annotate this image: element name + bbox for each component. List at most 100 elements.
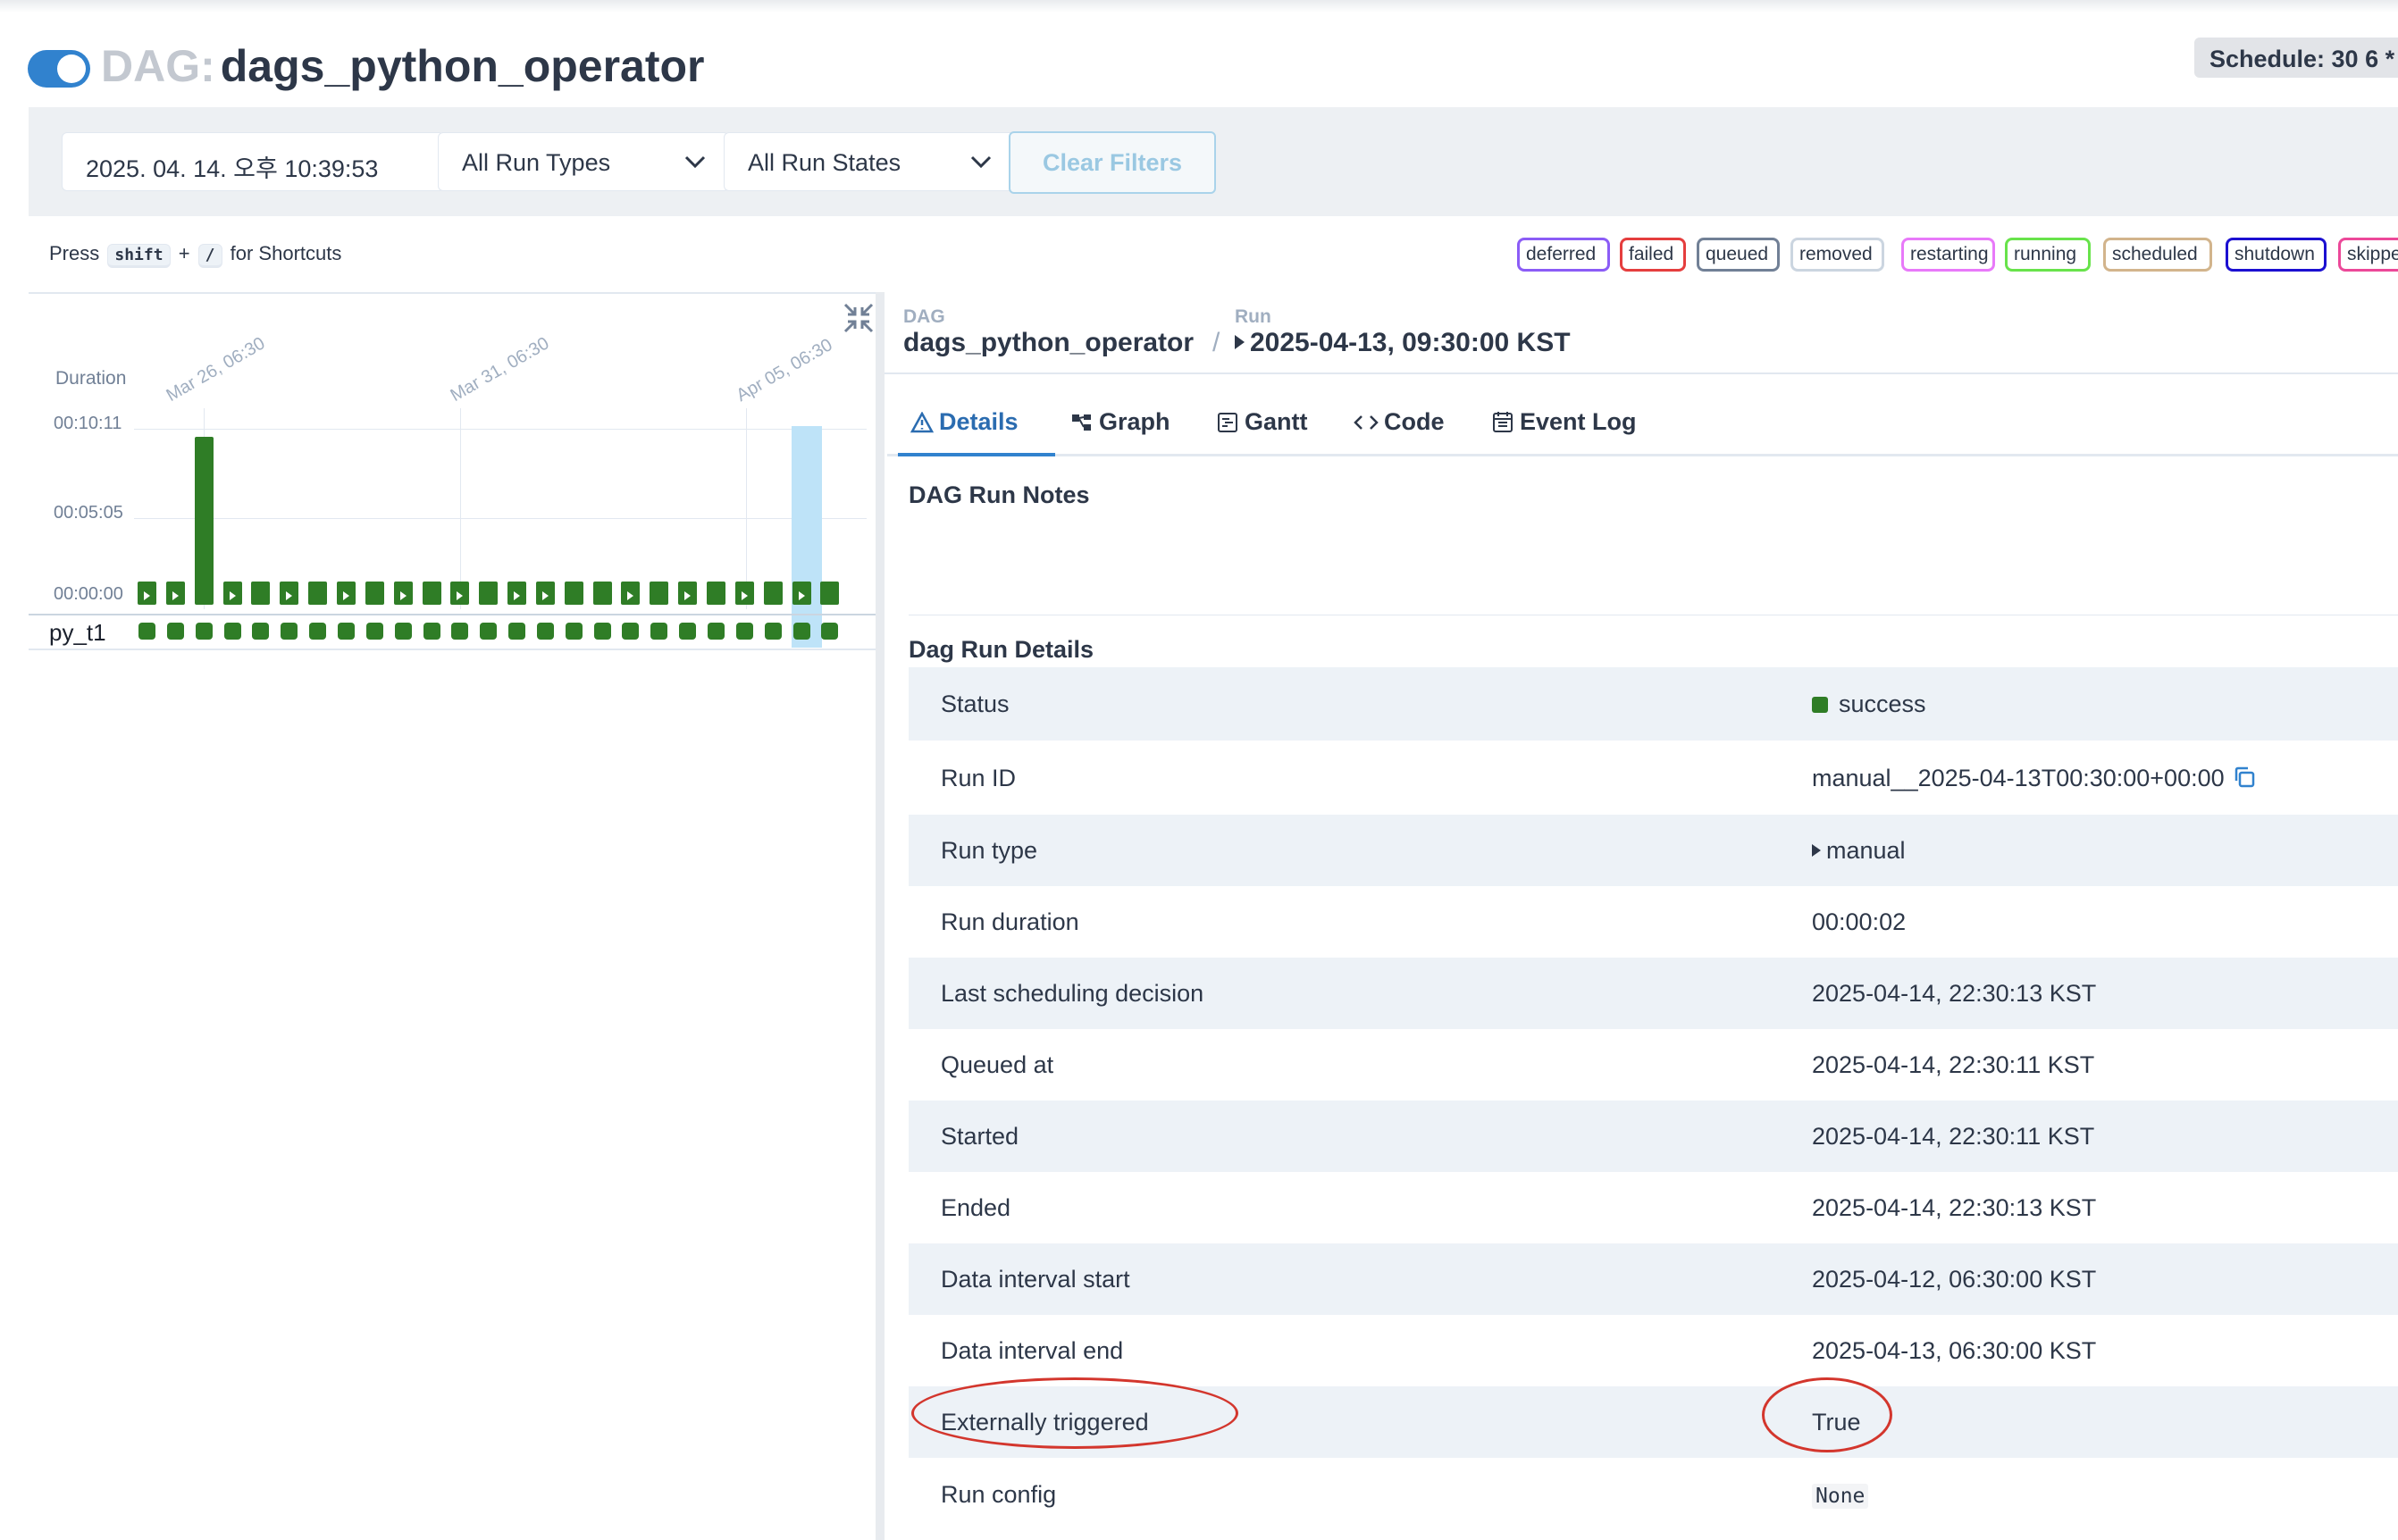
run-bar[interactable]	[223, 582, 242, 605]
y-tick-max: 00:10:11	[54, 414, 122, 433]
run-bar[interactable]	[650, 582, 668, 605]
gantt-icon	[1218, 413, 1237, 432]
run-bar[interactable]	[621, 582, 640, 605]
task-instance-cell[interactable]	[196, 623, 213, 640]
tab-code[interactable]: Code	[1354, 398, 1445, 456]
detail-key-run-config: Run config	[941, 1481, 1057, 1508]
collapse-icon[interactable]	[842, 301, 876, 335]
task-instance-cell[interactable]	[537, 623, 554, 640]
success-status-icon	[1812, 697, 1828, 713]
shortcut-suffix: for Shortcuts	[230, 242, 342, 264]
task-instance-cell[interactable]	[594, 623, 611, 640]
run-bar[interactable]	[251, 582, 270, 605]
task-instance-cell[interactable]	[821, 623, 838, 640]
run-bar[interactable]	[678, 582, 697, 605]
schedule-badge[interactable]: Schedule: 30 6 *	[2194, 38, 2398, 78]
detail-row-run-id: Run ID manual__2025-04-13T00:30:00+00:00	[909, 741, 2398, 815]
detail-value-started: 2025-04-14, 22:30:11 KST	[1812, 1123, 2094, 1151]
run-bar[interactable]	[735, 582, 754, 605]
run-bar[interactable]	[195, 437, 214, 605]
tab-graph[interactable]: Graph	[1070, 398, 1170, 456]
copy-icon[interactable]	[2232, 765, 2257, 790]
breadcrumb-dag-link[interactable]: dags_python_operator	[903, 328, 1194, 358]
manual-run-icon	[400, 591, 407, 600]
detail-row-last-scheduling-decision: Last scheduling decision 2025-04-14, 22:3…	[909, 958, 2398, 1029]
task-instance-cell[interactable]	[622, 623, 639, 640]
legend-chip-shutdown[interactable]: shutdown	[2226, 238, 2327, 272]
legend-chip-skipped[interactable]: skipped	[2338, 238, 2398, 272]
run-bar[interactable]	[280, 582, 298, 605]
run-state-select[interactable]: All Run States	[724, 132, 1015, 191]
grid-panel: Duration 00:10:11 00:05:05 00:00:00 Mar …	[29, 292, 876, 1540]
manual-run-icon	[1235, 335, 1245, 349]
task-instance-cell[interactable]	[480, 623, 497, 640]
task-instance-cell[interactable]	[793, 623, 810, 640]
legend-chip-queued[interactable]: queued	[1697, 238, 1780, 272]
tab-gantt[interactable]: Gantt	[1216, 398, 1308, 456]
task-instance-cell[interactable]	[309, 623, 326, 640]
task-instance-cell[interactable]	[566, 623, 583, 640]
run-bar[interactable]	[565, 582, 583, 605]
breadcrumb-run[interactable]: 2025-04-13, 09:30:00 KST	[1235, 328, 1571, 358]
run-bar[interactable]	[593, 582, 612, 605]
run-bar[interactable]	[536, 582, 555, 605]
task-instance-cell[interactable]	[224, 623, 241, 640]
grid-row-bottom	[29, 649, 876, 650]
detail-row-data-interval-start: Data interval start 2025-04-12, 06:30:00 …	[909, 1243, 2398, 1315]
annotation-oval-true	[1762, 1377, 1892, 1452]
clear-filters-button[interactable]: Clear Filters	[1009, 131, 1216, 194]
legend-chip-failed[interactable]: failed	[1620, 238, 1686, 272]
run-bar[interactable]	[423, 582, 441, 605]
task-instance-cell[interactable]	[366, 623, 383, 640]
task-instance-cell[interactable]	[451, 623, 468, 640]
task-instance-cell[interactable]	[708, 623, 725, 640]
run-bar[interactable]	[450, 582, 469, 605]
warning-triangle-icon	[910, 411, 935, 433]
legend-chip-scheduled[interactable]: scheduled	[2103, 238, 2212, 272]
base-date-input[interactable]: 2025. 04. 14. 오후 10:39:53	[62, 132, 444, 191]
legend-chip-running[interactable]: running	[2005, 238, 2091, 272]
panel-resize-handle[interactable]	[876, 292, 885, 1540]
run-bar[interactable]	[337, 582, 356, 605]
run-bar[interactable]	[166, 582, 185, 605]
task-instance-cell[interactable]	[508, 623, 525, 640]
breadcrumb-run-label: Run	[1235, 306, 1271, 327]
detail-key-run-id: Run ID	[941, 765, 1017, 791]
run-type-select[interactable]: All Run Types	[438, 132, 729, 191]
tab-code-label: Code	[1384, 408, 1445, 435]
manual-run-icon	[627, 591, 633, 600]
task-instance-cell[interactable]	[679, 623, 696, 640]
detail-value-run-duration: 00:00:02	[1812, 908, 1906, 936]
run-bar[interactable]	[764, 582, 783, 605]
legend-chip-restarting[interactable]: restarting	[1901, 238, 1995, 272]
task-instance-cell[interactable]	[395, 623, 412, 640]
run-bar[interactable]	[308, 582, 327, 605]
task-instance-cell[interactable]	[252, 623, 269, 640]
tab-details[interactable]: Details	[898, 398, 1055, 456]
legend-chip-removed[interactable]: removed	[1790, 238, 1884, 272]
task-instance-cell[interactable]	[281, 623, 298, 640]
run-bar[interactable]	[138, 582, 156, 605]
legend-chip-deferred[interactable]: deferred	[1517, 238, 1610, 272]
run-bar[interactable]	[707, 582, 725, 605]
task-instance-cell[interactable]	[650, 623, 667, 640]
task-name[interactable]: py_t1	[49, 619, 106, 647]
task-instance-cell[interactable]	[167, 623, 184, 640]
task-instance-cell[interactable]	[338, 623, 355, 640]
dag-pause-toggle[interactable]	[28, 50, 90, 88]
run-bar[interactable]	[792, 582, 811, 605]
run-bar[interactable]	[479, 582, 498, 605]
task-instance-cell[interactable]	[138, 623, 155, 640]
run-bar[interactable]	[394, 582, 413, 605]
task-instance-cell[interactable]	[736, 623, 753, 640]
tab-gantt-label: Gantt	[1245, 408, 1308, 435]
run-bar[interactable]	[507, 582, 526, 605]
task-instance-cell[interactable]	[423, 623, 440, 640]
run-bar[interactable]	[365, 582, 384, 605]
tab-event-log[interactable]: Event Log	[1491, 398, 1637, 456]
chevron-down-icon	[684, 155, 706, 169]
y-tick-mid: 00:05:05	[54, 503, 123, 523]
detail-key-status: Status	[941, 690, 1010, 717]
run-bar[interactable]	[820, 582, 839, 605]
task-instance-cell[interactable]	[765, 623, 782, 640]
